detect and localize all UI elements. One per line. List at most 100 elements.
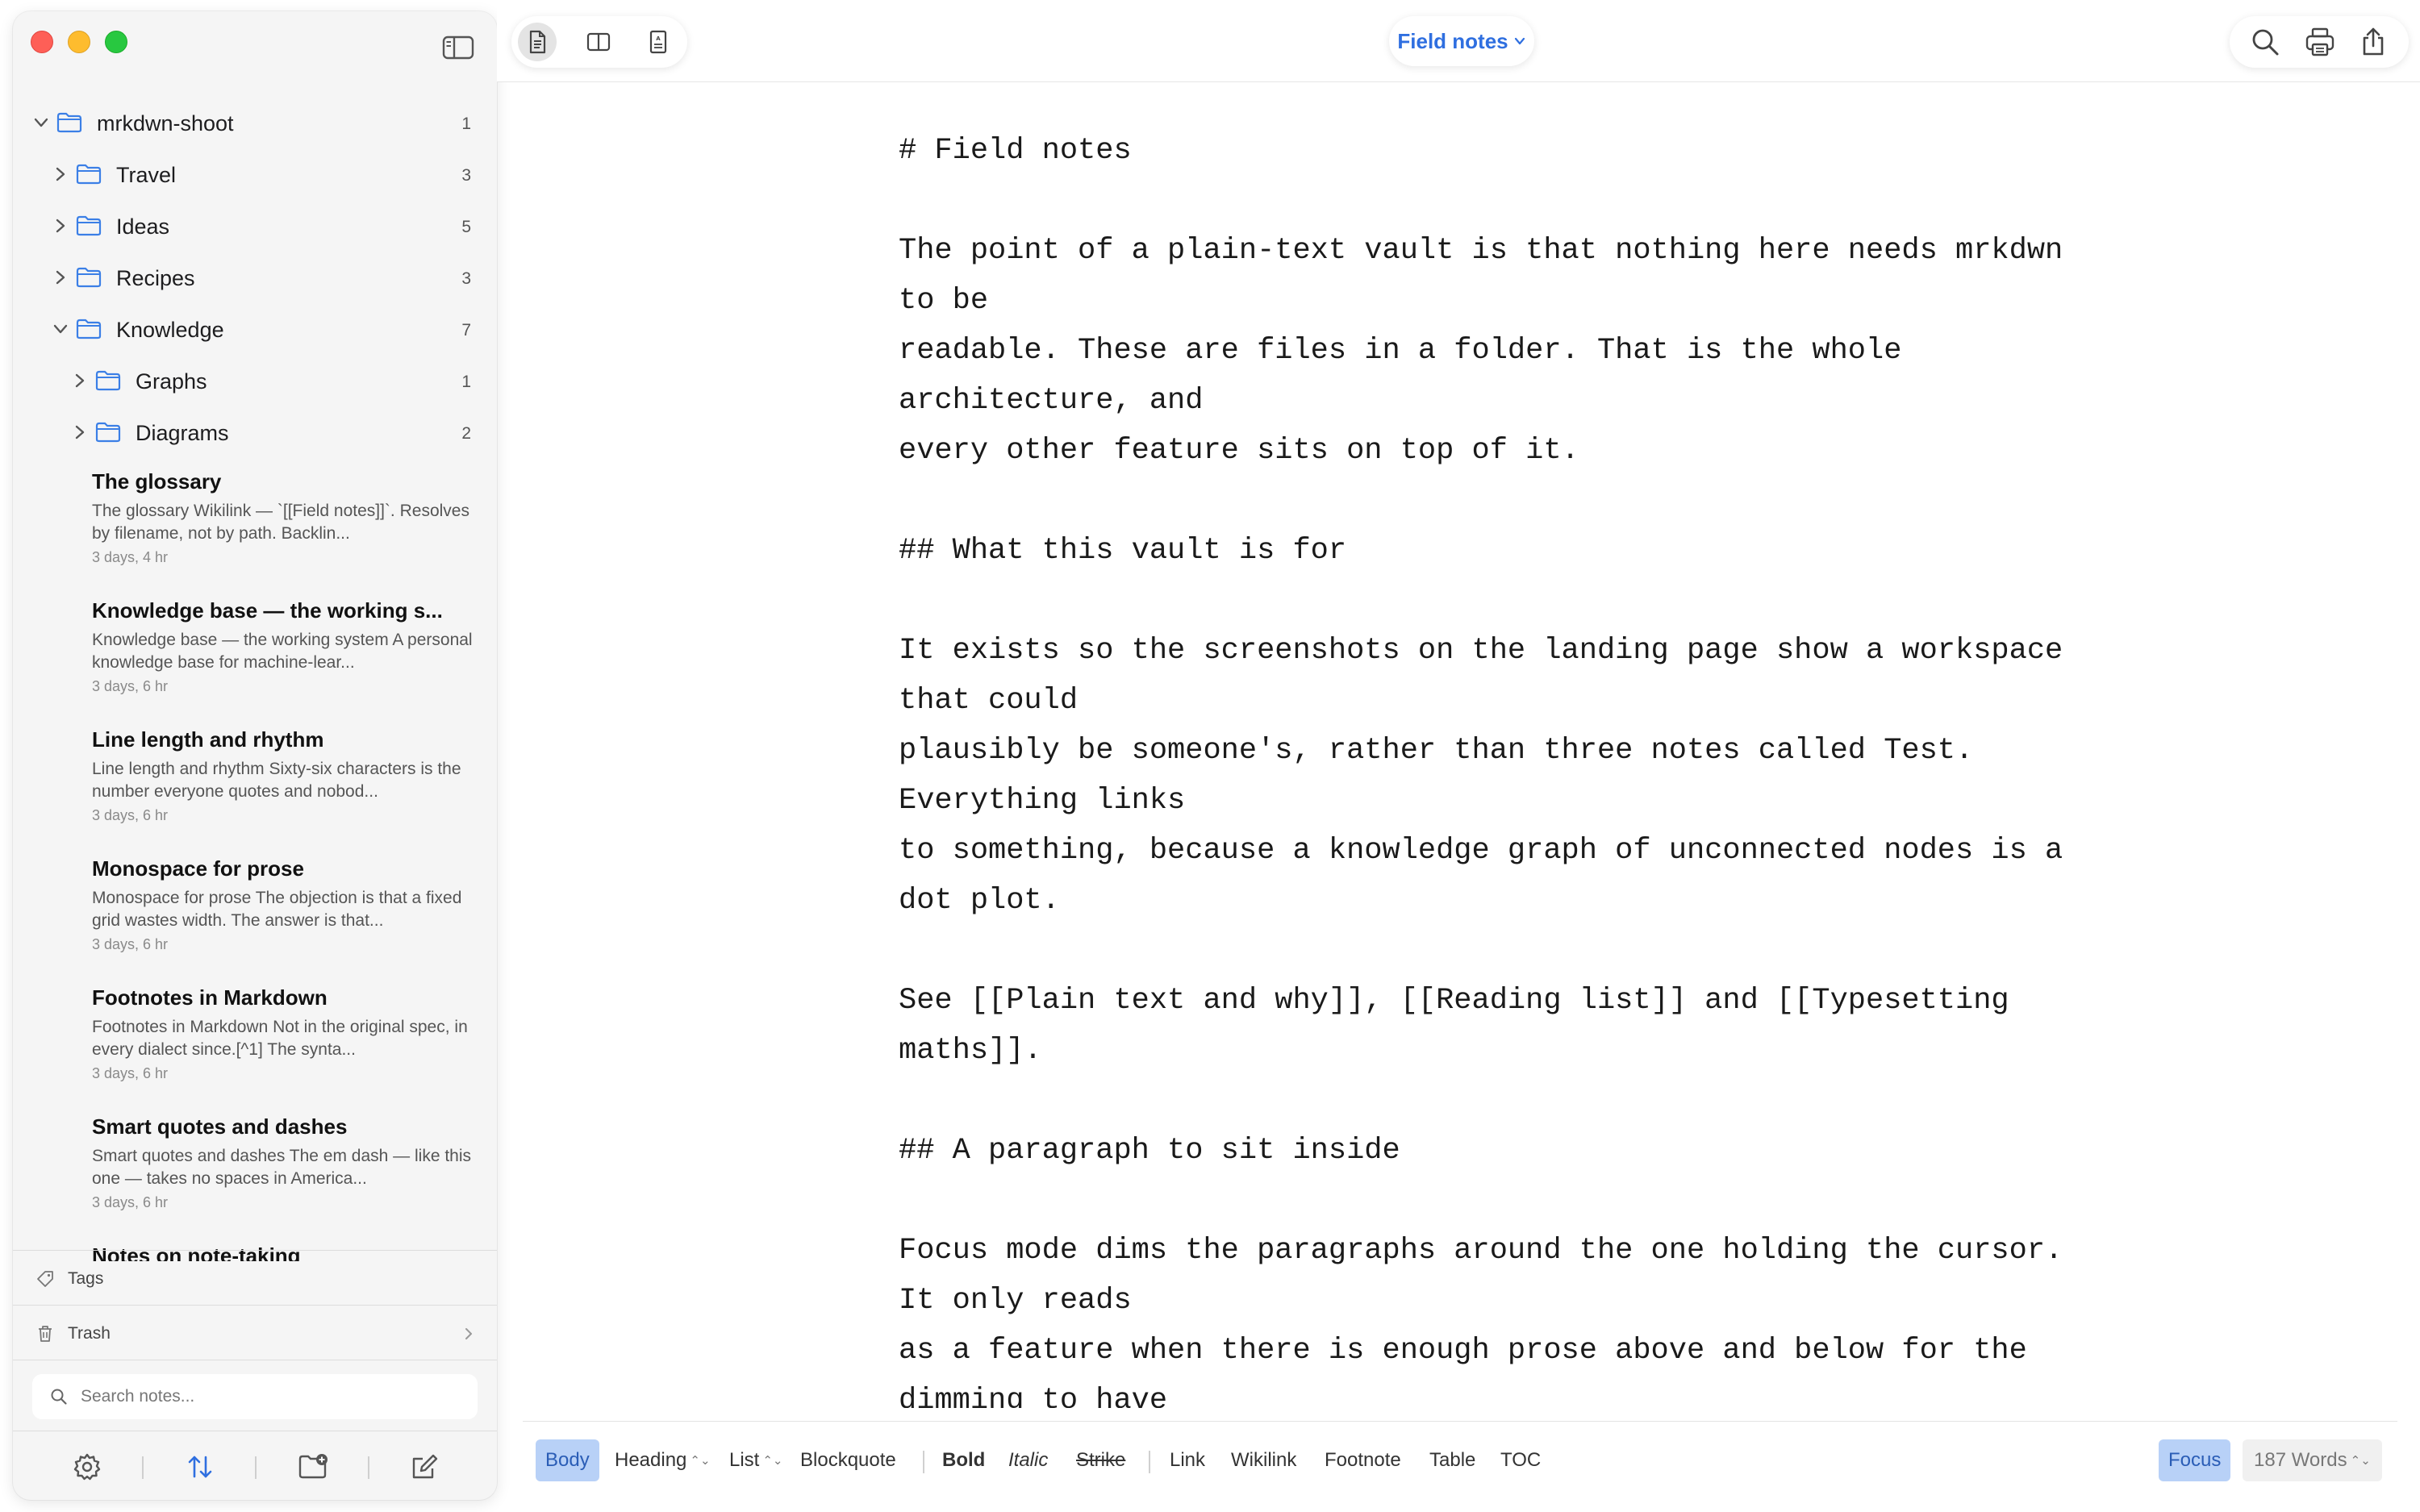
list-style-button[interactable]: List ⌃⌄ — [728, 1439, 785, 1481]
italic-button[interactable]: Italic — [1007, 1439, 1049, 1481]
note-time: 3 days, 4 hr — [92, 549, 169, 565]
strikethrough-button[interactable]: Strike — [1074, 1439, 1127, 1481]
note-excerpt: Smart quotes and dashes The em dash — li… — [92, 1147, 472, 1188]
minimize-window-button[interactable] — [68, 31, 90, 53]
chevron-right-icon[interactable] — [71, 372, 89, 389]
markdown-editor[interactable]: # Field notes The point of a plain-text v… — [899, 126, 2092, 1408]
folder-icon — [95, 422, 121, 443]
folder-row-travel[interactable]: Travel 3 — [13, 148, 497, 200]
trash-link[interactable]: Trash — [35, 1318, 111, 1350]
folder-icon — [95, 370, 121, 391]
note-item[interactable]: The glossary The glossary Wikilink — `[[… — [92, 469, 487, 566]
search-placeholder: Search notes... — [81, 1387, 195, 1406]
gear-icon[interactable] — [71, 1451, 103, 1483]
folder-count: 5 — [461, 218, 471, 236]
word-count: 187 Words — [2254, 1449, 2347, 1471]
folder-count: 1 — [461, 373, 471, 391]
note-excerpt: The glossary Wikilink — `[[Field notes]]… — [92, 502, 469, 543]
preview-icon: A — [649, 30, 667, 54]
compose-icon[interactable] — [408, 1451, 440, 1483]
sidebar-toggle-icon[interactable] — [442, 35, 474, 60]
search-icon — [51, 1389, 67, 1405]
share-icon[interactable] — [2357, 26, 2389, 58]
new-folder-icon[interactable] — [297, 1451, 329, 1483]
sort-icon[interactable] — [184, 1451, 216, 1483]
folder-icon — [76, 319, 102, 339]
blockquote-button[interactable]: Blockquote — [799, 1439, 898, 1481]
folder-icon — [76, 215, 102, 236]
chevron-right-icon[interactable] — [52, 165, 69, 183]
body-style-button[interactable]: Body — [536, 1439, 599, 1481]
editor-line: ## A paragraph to sit inside — [899, 1134, 1400, 1168]
separator — [368, 1456, 369, 1479]
split-view-button[interactable] — [579, 23, 618, 61]
folder-label: Recipes — [116, 266, 195, 290]
chevron-right-icon[interactable] — [71, 423, 89, 441]
print-icon[interactable] — [2304, 26, 2336, 58]
folder-count: 3 — [461, 269, 471, 288]
chevron-right-icon[interactable] — [461, 1327, 476, 1341]
separator — [142, 1456, 144, 1479]
folder-icon — [76, 164, 102, 185]
word-count-menu[interactable]: 187 Words ⌃⌄ — [2243, 1439, 2382, 1481]
editor-line: It exists so the screenshots on the land… — [899, 634, 2063, 668]
chevron-right-icon[interactable] — [52, 217, 69, 235]
note-excerpt: Knowledge base — the working system A pe… — [92, 631, 473, 672]
editor-view-button[interactable] — [518, 23, 557, 61]
bold-button[interactable]: Bold — [941, 1439, 987, 1481]
close-window-button[interactable] — [31, 31, 53, 53]
wikilink-button[interactable]: Wikilink — [1229, 1439, 1298, 1481]
chevron-down-icon[interactable] — [32, 114, 50, 131]
folder-label: Travel — [116, 163, 177, 187]
chevron-down-icon[interactable] — [52, 320, 69, 338]
footnote-button[interactable]: Footnote — [1323, 1439, 1403, 1481]
editor-line: plausibly be someone's, rather than thre… — [899, 734, 1974, 768]
chevron-right-icon[interactable] — [52, 269, 69, 286]
note-time: 3 days, 6 hr — [92, 678, 169, 694]
document-title-menu[interactable]: Field notes — [1389, 16, 1534, 66]
folder-row-graphs[interactable]: Graphs 1 — [13, 355, 497, 406]
note-item[interactable]: Knowledge base — the working s... Knowle… — [92, 598, 487, 695]
tags-link[interactable]: Tags — [35, 1263, 103, 1295]
note-item[interactable]: Notes on note-taking — [92, 1243, 487, 1261]
folder-label: mrkdwn-shoot — [97, 111, 234, 135]
folder-row-diagrams[interactable]: Diagrams 2 — [13, 406, 497, 458]
focus-mode-button[interactable]: Focus — [2159, 1439, 2231, 1481]
note-item[interactable]: Smart quotes and dashes Smart quotes and… — [92, 1114, 487, 1211]
table-button[interactable]: Table — [1428, 1439, 1477, 1481]
folder-row-recipes[interactable]: Recipes 3 — [13, 252, 497, 303]
editor-line: See [[Plain text and why]], [[Reading li… — [899, 984, 2009, 1018]
format-toolbar: Body Heading ⌃⌄ List ⌃⌄ Blockquote Bold It… — [523, 1421, 2397, 1485]
separator — [255, 1456, 257, 1479]
link-button[interactable]: Link — [1168, 1439, 1207, 1481]
top-bar: A Field notes — [497, 0, 2420, 82]
document-actions — [2230, 16, 2409, 68]
view-mode-switcher: A — [511, 16, 687, 68]
folder-label: Graphs — [136, 369, 207, 394]
note-title: Smart quotes and dashes — [92, 1114, 348, 1139]
editor-line: dot plot. — [899, 884, 1060, 918]
toc-button[interactable]: TOC — [1499, 1439, 1542, 1481]
search-notes-field[interactable]: Search notes... — [32, 1374, 478, 1419]
zoom-window-button[interactable] — [105, 31, 127, 53]
divider — [13, 1250, 497, 1251]
editor-line: architecture, and — [899, 384, 1204, 418]
note-item[interactable]: Footnotes in Markdown Footnotes in Markd… — [92, 985, 487, 1082]
folder-row-mrkdwn-shoot[interactable]: mrkdwn-shoot 1 — [13, 97, 497, 148]
editor-line: readable. These are files in a folder. T… — [899, 334, 1902, 368]
separator — [923, 1451, 924, 1473]
tag-icon — [37, 1271, 53, 1287]
preview-view-button[interactable]: A — [639, 23, 678, 61]
document-title: Field notes — [1397, 28, 1508, 53]
folder-row-ideas[interactable]: Ideas 5 — [13, 200, 497, 252]
split-view-icon — [586, 32, 611, 52]
folder-row-knowledge[interactable]: Knowledge 7 — [13, 303, 497, 355]
editor-line: every other feature sits on top of it. — [899, 434, 1579, 468]
note-item[interactable]: Line length and rhythm Line length and r… — [92, 727, 487, 824]
note-item[interactable]: Monospace for prose Monospace for prose … — [92, 856, 487, 953]
search-icon[interactable] — [2249, 26, 2281, 58]
note-title: The glossary — [92, 469, 222, 494]
heading-style-button[interactable]: Heading ⌃⌄ — [613, 1439, 712, 1481]
